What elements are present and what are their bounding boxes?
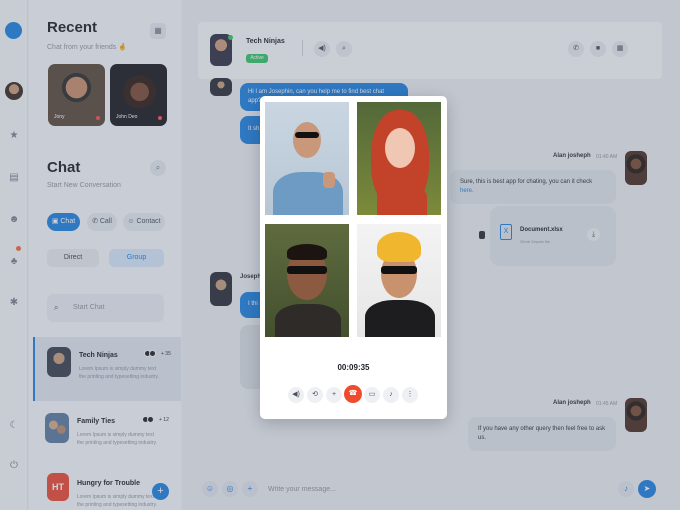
- participant-face: [385, 128, 415, 168]
- sunglasses-icon: [295, 132, 319, 138]
- participant-shirt: [275, 304, 341, 337]
- end-call-button[interactable]: ☎: [344, 385, 362, 403]
- video-call-modal: 00:09:35 ◀) ⟲ + ☎ ▭ ♪ ⋮: [260, 96, 447, 419]
- mic-off-icon[interactable]: ♪: [383, 387, 399, 403]
- call-timer: 00:09:35: [337, 363, 370, 372]
- thumbs-up-icon: [323, 172, 335, 188]
- participant-video: [357, 224, 441, 337]
- sunglasses-icon: [381, 266, 417, 274]
- participant-hair: [287, 244, 327, 260]
- more-options-icon[interactable]: ⋮: [402, 387, 418, 403]
- participant-video: [265, 102, 349, 215]
- participant-video: [265, 224, 349, 337]
- participant-video: [357, 102, 441, 215]
- participant-shirt: [365, 300, 435, 337]
- video-off-icon[interactable]: ▭: [364, 387, 380, 403]
- camera-switch-icon[interactable]: ⟲: [307, 387, 323, 403]
- add-participant-icon[interactable]: +: [326, 387, 342, 403]
- yellow-beanie: [377, 232, 421, 262]
- participant-face: [293, 122, 321, 158]
- sunglasses-icon: [287, 266, 327, 274]
- participant-shoulders: [377, 184, 427, 215]
- speaker-icon[interactable]: ◀): [288, 387, 304, 403]
